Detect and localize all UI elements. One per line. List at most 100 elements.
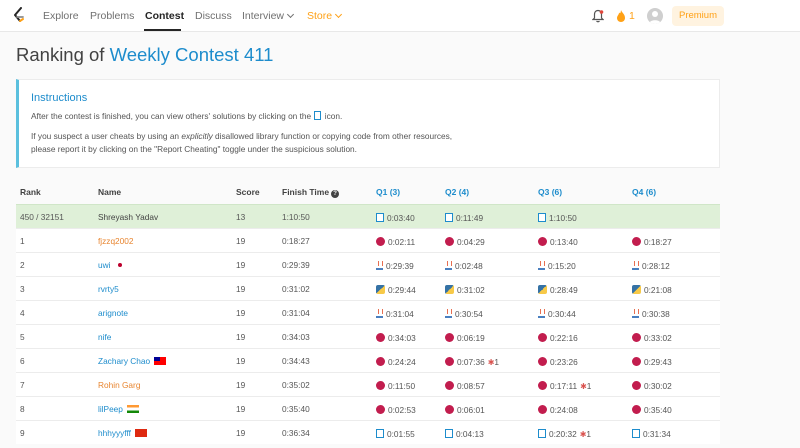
solution-doc-icon[interactable] xyxy=(445,429,453,438)
q2-cell[interactable]: 0:06:01 xyxy=(445,404,485,415)
q2-cell[interactable]: 0:08:57 xyxy=(445,380,485,391)
solution-doc-icon[interactable] xyxy=(376,429,384,438)
nav-contest[interactable]: Contest xyxy=(145,10,184,22)
header-q4[interactable]: Q4 (6) xyxy=(632,187,656,197)
nav-store[interactable]: Store xyxy=(307,10,343,22)
java-icon[interactable] xyxy=(538,261,545,270)
q4-cell[interactable]: 0:33:02 xyxy=(632,332,672,343)
cpp-icon[interactable] xyxy=(632,405,641,414)
python-icon[interactable] xyxy=(445,285,454,294)
cpp-icon[interactable] xyxy=(445,357,454,366)
help-icon[interactable]: ? xyxy=(331,190,340,198)
q3-cell[interactable]: 0:15:20 xyxy=(538,260,576,271)
user-link[interactable]: hhhyyyfff xyxy=(98,428,147,438)
q1-cell[interactable]: 0:24:24 xyxy=(376,356,416,367)
q1-cell[interactable]: 0:34:03 xyxy=(376,332,416,343)
nav-interview[interactable]: Interview xyxy=(242,10,295,22)
header-q1[interactable]: Q1 (3) xyxy=(376,187,400,197)
nav-explore[interactable]: Explore xyxy=(43,10,79,22)
bell-icon[interactable] xyxy=(592,9,604,23)
q1-cell[interactable]: 0:31:04 xyxy=(376,308,414,319)
avatar[interactable] xyxy=(647,8,663,24)
user-link[interactable]: arignote xyxy=(98,308,128,318)
solution-doc-icon[interactable] xyxy=(445,213,453,222)
q3-cell[interactable]: 0:30:44 xyxy=(538,308,576,319)
q1-cell[interactable]: 0:29:44 xyxy=(376,284,416,295)
cpp-icon[interactable] xyxy=(538,381,547,390)
solution-doc-icon[interactable] xyxy=(376,213,384,222)
premium-button[interactable]: Premium xyxy=(672,6,724,26)
q2-cell[interactable]: 0:02:48 xyxy=(445,260,483,271)
solution-doc-icon[interactable] xyxy=(632,429,640,438)
cpp-icon[interactable] xyxy=(632,333,641,342)
cpp-icon[interactable] xyxy=(632,237,641,246)
python-icon[interactable] xyxy=(632,285,641,294)
java-icon[interactable] xyxy=(632,261,639,270)
q2-cell[interactable]: 0:11:49 xyxy=(445,212,483,223)
cpp-icon[interactable] xyxy=(376,333,385,342)
user-link[interactable]: rvrty5 xyxy=(98,284,119,294)
q4-cell[interactable]: 0:31:34 xyxy=(632,428,671,439)
user-link[interactable]: lilPeep xyxy=(98,404,139,414)
q1-cell[interactable]: 0:02:11 xyxy=(376,236,415,247)
q3-cell[interactable]: 0:24:08 xyxy=(538,404,578,415)
header-q3[interactable]: Q3 (6) xyxy=(538,187,562,197)
cpp-icon[interactable] xyxy=(376,357,385,366)
nav-discuss[interactable]: Discuss xyxy=(195,10,232,22)
cpp-icon[interactable] xyxy=(538,357,547,366)
java-icon[interactable] xyxy=(632,309,639,318)
user-name[interactable]: uwi xyxy=(98,260,110,270)
cpp-icon[interactable] xyxy=(445,381,454,390)
user-link[interactable]: nife xyxy=(98,332,111,342)
q4-cell[interactable]: 0:30:02 xyxy=(632,380,672,391)
q2-cell[interactable]: 0:04:13 xyxy=(445,428,484,439)
python-icon[interactable] xyxy=(376,285,385,294)
user-link[interactable]: uwi xyxy=(98,260,127,270)
q1-cell[interactable]: 0:03:40 xyxy=(376,212,415,223)
q4-cell[interactable]: 0:30:38 xyxy=(632,308,670,319)
nav-problems[interactable]: Problems xyxy=(90,10,134,22)
cpp-icon[interactable] xyxy=(445,333,454,342)
q4-cell[interactable]: 0:35:40 xyxy=(632,404,672,415)
q4-cell[interactable]: 0:29:43 xyxy=(632,356,672,367)
q1-cell[interactable]: 0:11:50 xyxy=(376,380,415,391)
q3-cell[interactable]: 0:22:16 xyxy=(538,332,578,343)
solution-doc-icon[interactable] xyxy=(538,213,546,222)
user-name[interactable]: Zachary Chao xyxy=(98,356,150,366)
user-name[interactable]: hhhyyyfff xyxy=(98,428,131,438)
q1-cell[interactable]: 0:29:39 xyxy=(376,260,414,271)
cpp-icon[interactable] xyxy=(376,405,385,414)
leetcode-logo-icon[interactable] xyxy=(12,7,26,25)
q3-cell[interactable]: 0:23:26 xyxy=(538,356,578,367)
q3-cell[interactable]: 1:10:50 xyxy=(538,212,577,223)
java-icon[interactable] xyxy=(538,309,545,318)
cpp-icon[interactable] xyxy=(445,405,454,414)
java-icon[interactable] xyxy=(445,261,452,270)
contest-link[interactable]: Weekly Contest 411 xyxy=(110,44,274,65)
q3-cell[interactable]: 0:20:32 ✱1 xyxy=(538,428,591,439)
q4-cell[interactable]: 0:28:12 xyxy=(632,260,670,271)
cpp-icon[interactable] xyxy=(538,333,547,342)
q2-cell[interactable]: 0:31:02 xyxy=(445,284,485,295)
cpp-icon[interactable] xyxy=(632,381,641,390)
flame-icon[interactable] xyxy=(616,9,626,23)
cpp-icon[interactable] xyxy=(538,405,547,414)
user-link[interactable]: Zachary Chao xyxy=(98,356,167,366)
q1-cell[interactable]: 0:01:55 xyxy=(376,428,415,439)
java-icon[interactable] xyxy=(376,309,383,318)
cpp-icon[interactable] xyxy=(632,357,641,366)
cpp-icon[interactable] xyxy=(376,381,385,390)
java-icon[interactable] xyxy=(376,261,383,270)
q1-cell[interactable]: 0:02:53 xyxy=(376,404,416,415)
user-link[interactable]: Rohin Garg xyxy=(98,380,140,390)
q3-cell[interactable]: 0:28:49 xyxy=(538,284,578,295)
java-icon[interactable] xyxy=(445,309,452,318)
cpp-icon[interactable] xyxy=(376,237,385,246)
cpp-icon[interactable] xyxy=(538,237,547,246)
q2-cell[interactable]: 0:06:19 xyxy=(445,332,485,343)
cpp-icon[interactable] xyxy=(445,237,454,246)
q4-cell[interactable]: 0:21:08 xyxy=(632,284,672,295)
user-name[interactable]: lilPeep xyxy=(98,404,123,414)
header-q2[interactable]: Q2 (4) xyxy=(445,187,469,197)
q4-cell[interactable]: 0:18:27 xyxy=(632,236,672,247)
